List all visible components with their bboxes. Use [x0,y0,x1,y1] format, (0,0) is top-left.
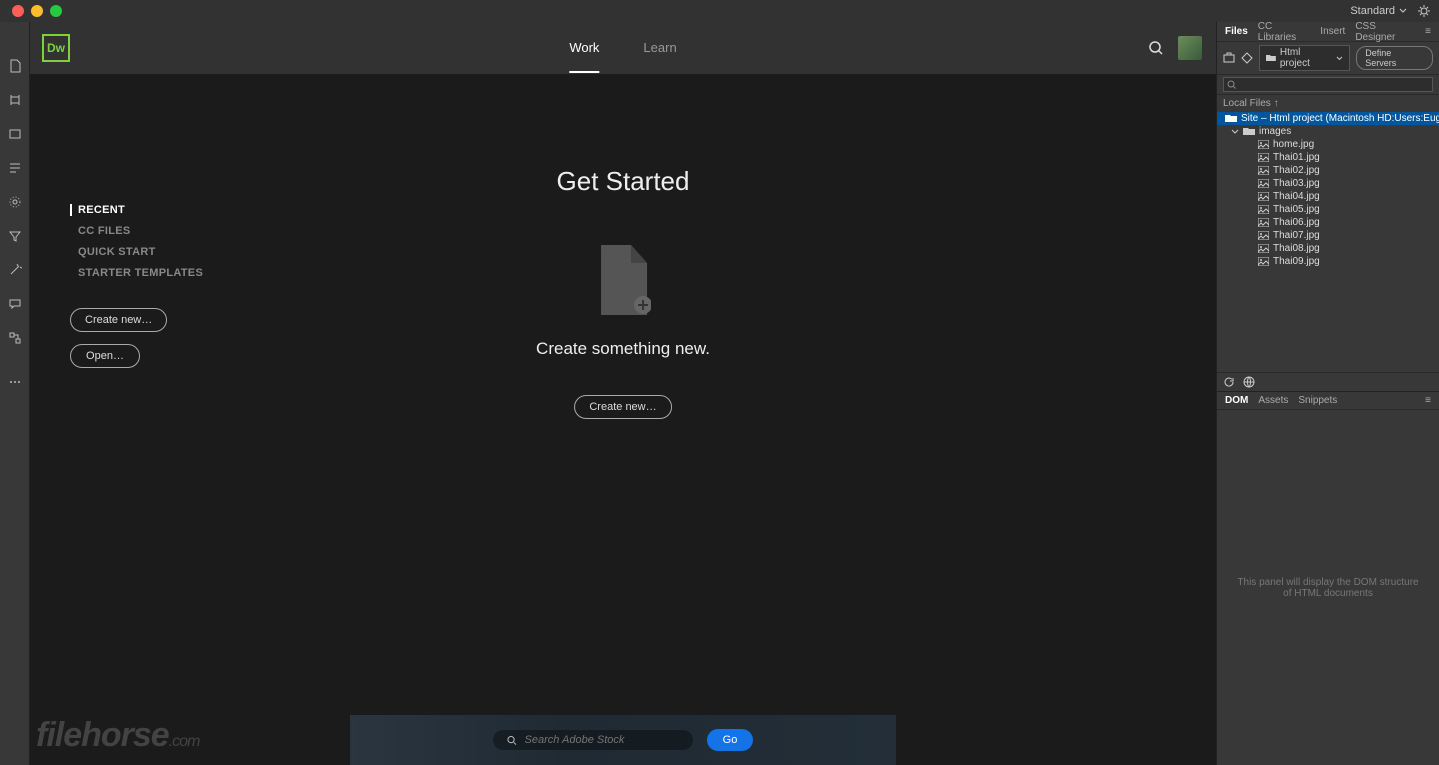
tab-learn[interactable]: Learn [643,24,676,73]
stock-go-button[interactable]: Go [707,729,754,751]
window-controls [12,5,62,17]
tool-wand-icon[interactable] [7,262,23,278]
settings-icon[interactable] [1417,4,1431,18]
refresh-icon[interactable] [1223,376,1235,388]
image-icon [1257,231,1269,241]
panel-tab-snippets[interactable]: Snippets [1298,395,1337,406]
zoom-window[interactable] [50,5,62,17]
open-button[interactable]: Open… [70,344,140,368]
file-tree: Site – Html project (Macintosh HD:Users:… [1217,112,1439,372]
nav-recent[interactable]: RECENT [70,204,203,216]
tool-settings-icon[interactable] [7,194,23,210]
image-icon [1257,179,1269,189]
panel-tab-assets[interactable]: Assets [1258,395,1288,406]
nav-quick-start[interactable]: QUICK START [70,246,203,258]
tool-extract-icon[interactable] [7,126,23,142]
panel-tab-cssdesigner[interactable]: CSS Designer [1355,21,1415,43]
tree-file[interactable]: Thai04.jpg [1217,190,1439,203]
site-dropdown-label: Html project [1280,47,1333,69]
stock-search-input[interactable] [525,734,679,746]
globe-icon[interactable] [1243,376,1255,388]
app-topbar: Dw Work Learn [30,22,1216,74]
main-tabs: Work Learn [569,24,676,73]
chevron-down-icon [1336,55,1343,62]
dom-empty-message: This panel will display the DOM structur… [1217,410,1439,765]
image-icon [1257,153,1269,163]
stock-banner: Go [350,715,896,765]
image-icon [1257,140,1269,150]
minimize-window[interactable] [31,5,43,17]
tool-manage-icon[interactable] [7,92,23,108]
chevron-down-icon [1231,128,1239,136]
stock-search[interactable] [493,730,693,750]
site-dropdown[interactable]: Html project [1259,45,1350,71]
tree-site-root[interactable]: Site – Html project (Macintosh HD:Users:… [1217,112,1439,125]
folder-icon [1225,114,1237,124]
right-panel-tabs: Files CC Libraries Insert CSS Designer ≡ [1217,22,1439,42]
tool-filter-icon[interactable] [7,228,23,244]
image-icon [1257,192,1269,202]
tree-file[interactable]: Thai02.jpg [1217,164,1439,177]
tree-folder-images[interactable]: images [1217,125,1439,138]
workspace-switcher[interactable]: Standard [1350,5,1407,17]
files-filter-input[interactable] [1223,77,1433,92]
nav-cc-files[interactable]: CC FILES [70,225,203,237]
git-icon[interactable] [1241,52,1253,64]
files-panel-footer [1217,372,1439,391]
tree-file[interactable]: Thai07.jpg [1217,229,1439,242]
create-new-center-button[interactable]: Create new… [574,395,671,419]
new-file-icon [595,245,651,315]
tool-insert-icon[interactable] [7,160,23,176]
panel-tab-dom[interactable]: DOM [1225,395,1248,406]
subtitle: Create something new. [536,339,710,359]
tree-file[interactable]: Thai06.jpg [1217,216,1439,229]
page-title: Get Started [536,166,710,197]
dom-panel-tabs: DOM Assets Snippets ≡ [1217,392,1439,410]
tool-comment-icon[interactable] [7,296,23,312]
folder-icon [1266,54,1276,62]
tool-file-icon[interactable] [7,58,23,74]
image-icon [1257,257,1269,267]
tool-rail [0,22,30,765]
filter-icon [1227,80,1236,89]
image-icon [1257,218,1269,228]
search-icon [507,735,517,746]
app-logo: Dw [42,34,70,62]
ftp-icon[interactable] [1223,52,1235,64]
local-files-header[interactable]: Local Files ↑ [1217,95,1439,112]
image-icon [1257,166,1269,176]
panel-menu-icon[interactable]: ≡ [1425,395,1431,406]
nav-starter-templates[interactable]: STARTER TEMPLATES [70,267,203,279]
panel-menu-icon[interactable]: ≡ [1425,26,1431,37]
tree-file[interactable]: Thai01.jpg [1217,151,1439,164]
panel-tab-cclib[interactable]: CC Libraries [1258,21,1311,43]
titlebar: Standard [0,0,1439,22]
user-avatar[interactable] [1178,36,1202,60]
search-icon[interactable] [1148,40,1164,56]
watermark: filehorse.com [36,716,199,755]
tool-behaviors-icon[interactable] [7,330,23,346]
panel-tab-insert[interactable]: Insert [1320,26,1345,37]
image-icon [1257,244,1269,254]
create-new-button[interactable]: Create new… [70,308,167,332]
tab-work[interactable]: Work [569,24,599,73]
panel-tab-files[interactable]: Files [1225,26,1248,37]
start-nav: RECENT CC FILES QUICK START STARTER TEMP… [70,204,203,279]
tree-file[interactable]: Thai03.jpg [1217,177,1439,190]
define-servers-button[interactable]: Define Servers [1356,46,1433,70]
tree-file[interactable]: Thai09.jpg [1217,255,1439,268]
close-window[interactable] [12,5,24,17]
tool-more-icon[interactable] [7,374,23,390]
tree-file[interactable]: Thai05.jpg [1217,203,1439,216]
tree-file[interactable]: Thai08.jpg [1217,242,1439,255]
image-icon [1257,205,1269,215]
folder-icon [1243,127,1255,137]
tree-file[interactable]: home.jpg [1217,138,1439,151]
chevron-down-icon [1399,7,1407,15]
workspace-label: Standard [1350,5,1395,17]
